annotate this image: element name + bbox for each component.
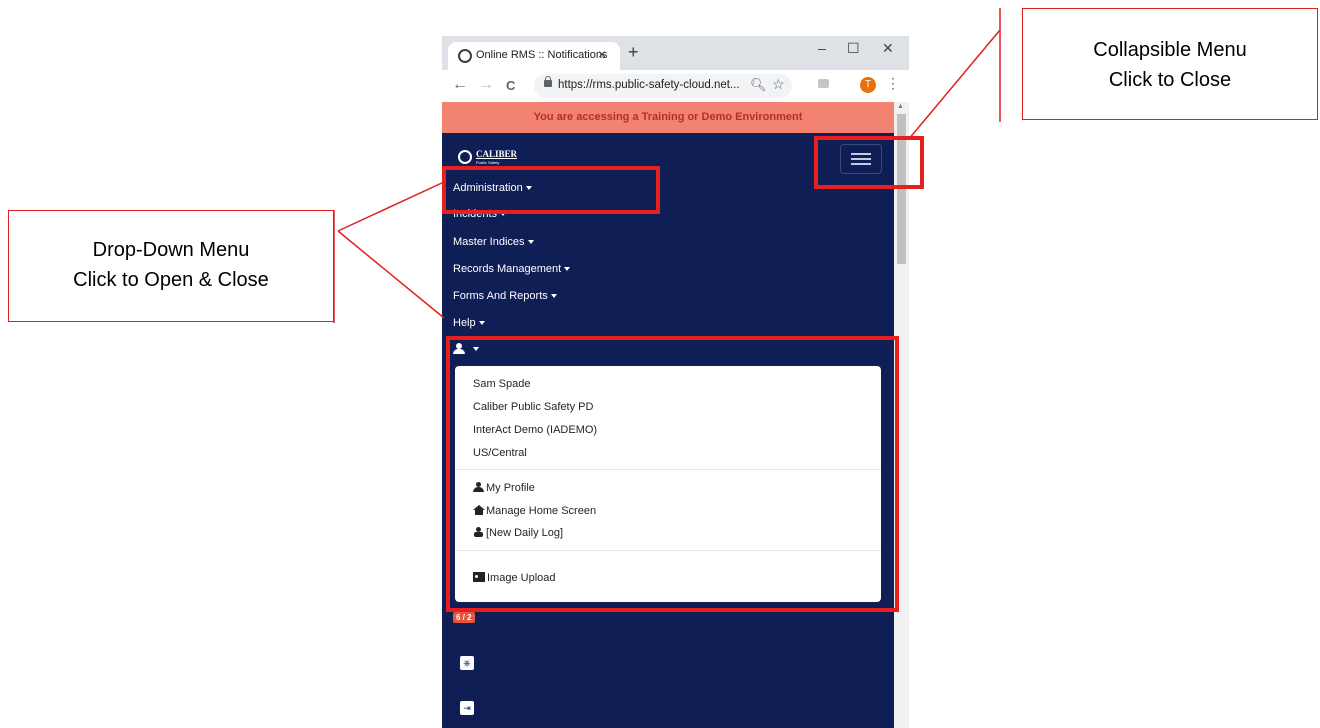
callout-line [907,29,1001,141]
dropdown-menu-callout: Drop-Down Menu Click to Open & Close [8,210,334,322]
callout-line-1: Drop-Down Menu [92,239,250,261]
callout-line [337,181,445,232]
callout-line [337,230,445,319]
highlight-hamburger [814,136,924,189]
collapsible-menu-callout: Collapsible Menu Click to Close [1022,8,1318,120]
callout-line-1: Collapsible Menu [1093,39,1247,61]
callout-line-2: Click to Close [1108,69,1232,91]
highlight-administration [442,166,660,214]
highlight-user-dropdown [446,336,899,612]
callout-line-2: Click to Open & Close [73,269,269,291]
